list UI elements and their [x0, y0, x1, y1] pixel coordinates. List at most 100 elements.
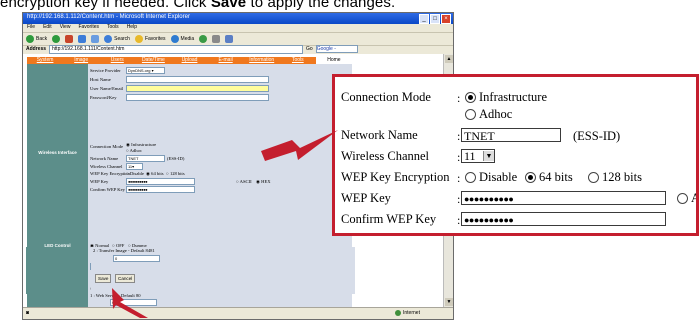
address-input[interactable]: http://192.168.1.111/Content.htm [49, 44, 304, 54]
radio-unselected-icon [588, 171, 599, 183]
home-icon[interactable] [91, 35, 100, 43]
google-toolbar[interactable]: Google - [315, 45, 358, 53]
ascii-label: ASCII [239, 179, 252, 184]
zoom-infrastructure-label: Infrastructure [479, 90, 548, 104]
host-name-input[interactable] [126, 76, 269, 83]
search-button[interactable]: Search [104, 35, 130, 43]
transfer-image-port-input[interactable]: 0 [113, 255, 160, 262]
ascii-radio[interactable]: ○ ASCII [236, 179, 252, 184]
tab-users[interactable]: Users [99, 57, 135, 64]
tab-upload[interactable]: Upload [171, 57, 207, 64]
favorites-label: Favorites [144, 36, 166, 42]
form-lower-section: 2 : Transfer Image - Default 8481 0 Save… [91, 247, 355, 294]
confirm-wep-key-label: Confirm WEP Key [90, 187, 125, 192]
adhoc-radio[interactable]: ○ Adhoc [126, 148, 142, 153]
instruction-after: to apply the changes. [246, 0, 396, 11]
zoom-wep-128bit-radio[interactable]: 128 bits [588, 170, 642, 185]
web-server-port-input[interactable]: 0 [110, 299, 157, 306]
wep-disable-label: Disable [129, 171, 144, 176]
tab-information[interactable]: Information [244, 57, 280, 64]
hex-radio[interactable]: ◉ HEX [256, 179, 271, 185]
tab-tools[interactable]: Tools [280, 57, 316, 64]
tab-image[interactable]: Image [63, 57, 99, 64]
back-button[interactable]: Back [26, 35, 47, 43]
adhoc-label: Adhoc [129, 148, 142, 153]
wireless-channel-select[interactable]: 11▾ [126, 163, 143, 170]
user-name-input[interactable] [126, 85, 269, 92]
zoom-connection-mode-label: Connection Mode [341, 90, 431, 104]
infrastructure-label: Infrastructure [131, 142, 157, 147]
refresh-icon[interactable] [78, 35, 87, 43]
menu-file[interactable]: File [27, 24, 35, 32]
menu-view[interactable]: View [60, 24, 71, 32]
scroll-down-icon[interactable]: ▼ [445, 298, 453, 306]
menu-help[interactable]: Help [127, 24, 137, 32]
network-name-label: Network Name [90, 156, 119, 161]
close-button[interactable]: × [441, 14, 451, 24]
tab-home[interactable]: Home [315, 57, 352, 64]
zoom-network-name-label: Network Name [341, 128, 418, 142]
forward-arrow-icon[interactable] [52, 35, 61, 43]
address-label: Address [26, 46, 47, 52]
print-icon[interactable] [225, 35, 234, 43]
tab-system[interactable]: System [27, 57, 63, 64]
nav-bar: System Image Users Date/Time Upload E-ma… [27, 57, 352, 64]
mail-icon[interactable] [212, 35, 221, 43]
network-name-input[interactable]: TNET [126, 155, 165, 162]
window-title: http://192.168.1.112/Content.htm - Micro… [27, 14, 190, 20]
zoom-infrastructure-radio[interactable]: Infrastructure [465, 90, 547, 105]
zoom-ascii-radio[interactable]: A [677, 191, 696, 206]
scroll-up-icon[interactable]: ▲ [445, 55, 453, 63]
wep-key-label: WEP Key [90, 179, 109, 184]
tab-email[interactable]: E-mail [208, 57, 244, 64]
zoom-colon-3: : [457, 150, 461, 164]
media-label: Media [180, 36, 195, 42]
zoom-wireless-channel-select[interactable]: 11 ▼ [461, 149, 495, 163]
confirm-wep-key-input[interactable]: ●●●●●●●●●● [126, 186, 195, 193]
radio-unselected-icon [465, 171, 476, 183]
menu-edit[interactable]: Edit [43, 24, 52, 32]
instruction-save-word: Save [210, 0, 247, 11]
zoom-wep-key-label: WEP Key [341, 191, 391, 205]
zoom-wep-64bit-radio[interactable]: 64 bits [525, 170, 573, 185]
menu-favorites[interactable]: Favorites [78, 24, 99, 32]
go-button[interactable]: Go [306, 46, 313, 52]
zoom-confirm-wep-key-input[interactable]: ●●●●●●●●●● [461, 212, 666, 226]
section-wireless-interface: Wireless Interface [38, 150, 77, 155]
maximize-button[interactable]: □ [430, 14, 440, 24]
save-button[interactable]: Save [95, 274, 112, 283]
address-bar: Address http://192.168.1.111/Content.htm… [23, 44, 453, 54]
password-label: Password/Key [90, 95, 117, 100]
password-input[interactable] [126, 94, 269, 101]
wep-64bit-label: 64 bits [151, 171, 164, 176]
service-provider-value: DynDNS.org [128, 68, 151, 73]
zoom-adhoc-radio[interactable]: Adhoc [465, 107, 512, 122]
zoom-wep-disable-radio[interactable]: Disable [465, 170, 517, 185]
dropdown-arrow-icon: ▼ [483, 151, 494, 161]
status-bar: ◙ Internet [23, 307, 453, 319]
zoom-wep-key-input[interactable]: ●●●●●●●●●● [461, 191, 666, 205]
cancel-button[interactable]: Cancel [115, 274, 136, 283]
tab-datetime[interactable]: Date/Time [135, 57, 171, 64]
zoom-wep-64bit-label: 64 bits [539, 170, 573, 184]
service-provider-select[interactable]: DynDNS.org ▾ [126, 67, 165, 74]
history-icon[interactable] [199, 35, 208, 43]
stop-icon[interactable] [65, 35, 74, 43]
search-icon [104, 35, 113, 43]
radio-selected-icon [525, 171, 536, 183]
wireless-channel-value: 11 [128, 164, 133, 169]
minimize-button[interactable]: _ [419, 14, 429, 24]
zoom-network-name-input[interactable]: TNET [461, 128, 561, 143]
wep-64bit-radio[interactable]: ◉ 64 bits [146, 171, 164, 177]
wep-disable-radio[interactable]: ○ Disable [126, 171, 144, 176]
zoom-callout-panel: Connection Mode : Infrastructure Adhoc N… [332, 74, 699, 236]
menu-tools[interactable]: Tools [107, 24, 119, 32]
zoom-adhoc-label: Adhoc [479, 107, 513, 121]
wep-key-input[interactable]: ●●●●●●●●●● [126, 178, 195, 185]
zoom-wep-encryption-label: WEP Key Encryption [341, 170, 450, 184]
zoom-colon-2: : [457, 129, 461, 143]
media-button[interactable]: Media [170, 35, 195, 43]
search-label: Search [114, 36, 130, 42]
wep-128bit-radio[interactable]: ○ 128 bits [166, 171, 185, 176]
favorites-button[interactable]: Favorites [134, 35, 166, 43]
